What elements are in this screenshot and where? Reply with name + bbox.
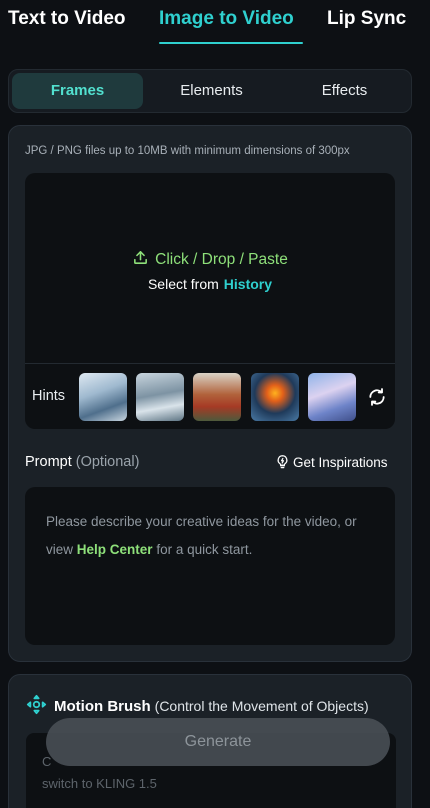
select-from-label: Select from	[147, 276, 219, 292]
motion-brush-line2: switch to KLING 1.5	[42, 776, 157, 791]
tab-lip-sync[interactable]: Lip Sync	[327, 8, 406, 30]
motion-brush-icon	[26, 694, 54, 715]
prompt-title: Prompt	[25, 454, 72, 470]
prompt-label: Prompt (Optional)	[25, 454, 139, 470]
hints-label: Hints	[32, 388, 66, 404]
frames-panel: JPG / PNG files up to 10MB with minimum …	[8, 125, 412, 662]
generate-button[interactable]: Generate	[46, 718, 390, 766]
select-from-history: Select from History	[25, 276, 395, 292]
tab-elements[interactable]: Elements	[146, 73, 277, 109]
tab-frames[interactable]: Frames	[12, 73, 143, 109]
upload-requirements: JPG / PNG files up to 10MB with minimum …	[25, 145, 350, 157]
refresh-icon[interactable]	[367, 387, 387, 407]
get-inspirations-button[interactable]: Get Inspirations	[275, 454, 388, 470]
hint-thumbnail[interactable]	[251, 373, 299, 421]
tab-text-to-video[interactable]: Text to Video	[8, 8, 126, 30]
image-dropzone[interactable]: Click / Drop / Paste Select from History …	[25, 173, 395, 429]
tab-effects[interactable]: Effects	[279, 73, 410, 109]
upload-action[interactable]: Click / Drop / Paste	[25, 249, 395, 269]
hint-thumbnail[interactable]	[193, 373, 241, 421]
mode-tabs: Text to Video Image to Video Lip Sync	[0, 0, 430, 50]
tab-image-to-video[interactable]: Image to Video	[159, 8, 294, 30]
motion-brush-title: Motion Brush	[54, 698, 151, 715]
upload-icon	[132, 251, 155, 268]
hints-row: Hints	[25, 363, 395, 429]
help-center-link[interactable]: Help Center	[77, 542, 153, 557]
prompt-placeholder: Please describe your creative ideas for …	[46, 508, 381, 564]
hint-thumbnail[interactable]	[308, 373, 356, 421]
prompt-textarea[interactable]: Please describe your creative ideas for …	[25, 487, 395, 645]
get-inspirations-label: Get Inspirations	[293, 455, 388, 470]
hint-thumbnail[interactable]	[79, 373, 127, 421]
hint-thumbnail[interactable]	[136, 373, 184, 421]
sub-tabs: Frames Elements Effects	[8, 69, 412, 113]
motion-brush-header[interactable]: Motion Brush (Control the Movement of Obj…	[26, 694, 369, 715]
prompt-placeholder-end: for a quick start.	[156, 542, 253, 557]
active-tab-indicator	[159, 42, 303, 44]
motion-brush-subtitle: (Control the Movement of Objects)	[154, 698, 369, 714]
upload-action-label: Click / Drop / Paste	[155, 251, 288, 268]
prompt-optional: (Optional)	[75, 454, 140, 470]
lightbulb-icon	[275, 455, 293, 470]
history-link[interactable]: History	[224, 276, 272, 292]
